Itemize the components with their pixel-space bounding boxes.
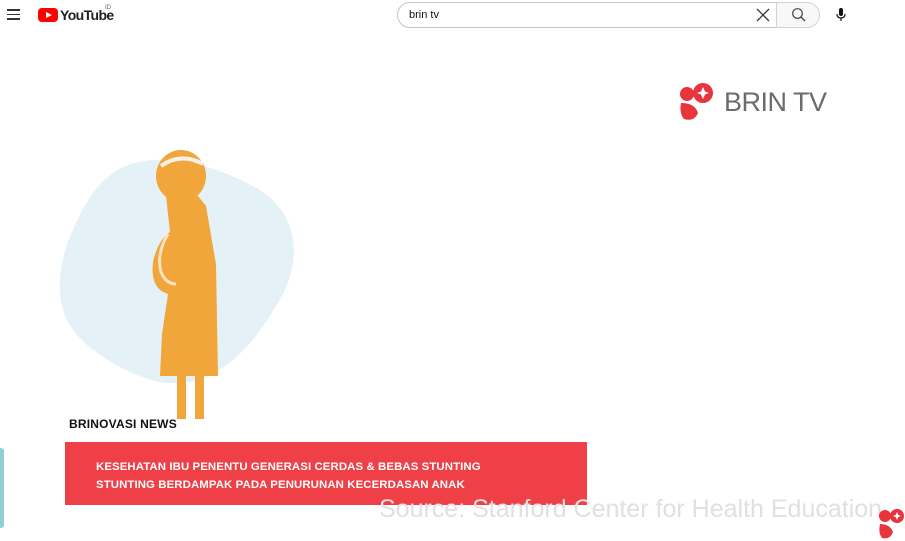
brand-text: BRIN TV — [724, 86, 827, 117]
brin-logo-icon — [680, 83, 713, 120]
search-input[interactable]: brin tv — [409, 9, 439, 21]
search-icon — [792, 8, 806, 22]
menu-icon[interactable] — [7, 9, 20, 21]
video-frame[interactable]: BRIN TV BRINOVASI NEWS KESEHATAN IBU PEN… — [0, 34, 905, 541]
side-decoration — [0, 448, 4, 528]
headline-line-2: STUNTING BERDAMPAK PADA PENURUNAN KECERD… — [96, 479, 465, 491]
youtube-logo-icon — [38, 8, 58, 22]
clear-icon[interactable] — [755, 7, 771, 23]
search-box[interactable]: brin tv — [397, 2, 777, 28]
news-label: BRINOVASI NEWS — [69, 417, 177, 431]
youtube-logo[interactable]: YouTube — [38, 7, 114, 23]
headline-line-1: KESEHATAN IBU PENENTU GENERASI CERDAS & … — [96, 461, 481, 473]
brin-logo-icon — [879, 509, 904, 539]
mic-icon[interactable] — [832, 5, 850, 25]
source-caption: Source: Stanford Center for Health Educa… — [379, 495, 883, 523]
country-code: ID — [105, 5, 111, 11]
brin-tv-logo: BRIN TV — [678, 81, 827, 123]
pregnant-woman-illustration — [59, 150, 294, 419]
masthead: YouTube ID brin tv — [0, 0, 905, 30]
search-button[interactable] — [776, 2, 820, 28]
